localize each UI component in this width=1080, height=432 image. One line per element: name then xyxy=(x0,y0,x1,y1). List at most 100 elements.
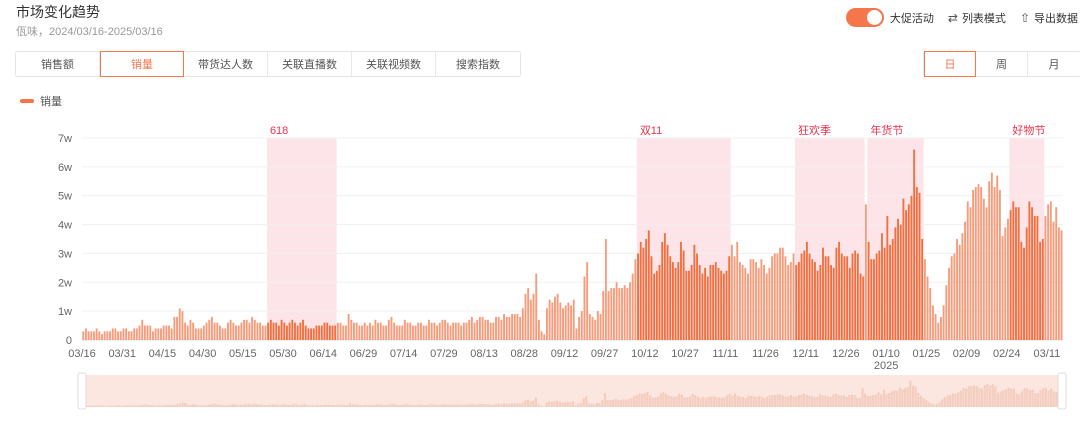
minimap-bar xyxy=(763,397,766,407)
x-tick-label: 03/16 xyxy=(68,348,96,360)
minimap-bar xyxy=(938,402,941,407)
bar xyxy=(315,325,318,340)
minimap-bar xyxy=(728,393,731,407)
minimap-bar xyxy=(617,399,620,407)
minimap-bar xyxy=(537,404,540,407)
minimap-bar xyxy=(917,393,920,407)
bar xyxy=(350,319,353,340)
bar xyxy=(366,325,369,340)
bar xyxy=(658,264,661,340)
minimap-bar xyxy=(410,404,413,407)
bar xyxy=(650,256,653,340)
minimap-bar xyxy=(317,405,320,407)
bar xyxy=(371,325,374,340)
promo-label: 年货节 xyxy=(870,123,903,137)
bar xyxy=(143,325,146,340)
bar xyxy=(235,325,237,340)
bar xyxy=(470,316,473,340)
bar xyxy=(905,210,908,340)
minimap-bar xyxy=(577,403,580,407)
bar xyxy=(610,288,613,340)
minimap-bar xyxy=(436,405,439,407)
minimap-bar xyxy=(614,399,617,407)
minimap-bar xyxy=(155,405,158,407)
minimap-bar xyxy=(593,404,596,407)
minimap-bar xyxy=(131,405,134,407)
minimap-bar xyxy=(104,406,107,407)
minimap-bar xyxy=(370,404,373,407)
minimap-bar xyxy=(943,397,946,407)
minimap-bar xyxy=(670,396,673,407)
bar xyxy=(1044,215,1047,340)
bar xyxy=(283,322,286,340)
bar xyxy=(478,316,481,340)
minimap-bar xyxy=(962,387,965,407)
bar xyxy=(505,316,508,340)
minimap-bar xyxy=(922,398,925,407)
bar xyxy=(666,244,669,340)
minimap-bar xyxy=(1002,390,1005,407)
minimap-bar xyxy=(861,388,864,407)
x-tick-label: 10/12 xyxy=(631,348,659,360)
bar xyxy=(1033,215,1036,340)
bar xyxy=(602,290,605,340)
bar xyxy=(379,322,382,340)
bar xyxy=(1012,201,1015,340)
bar xyxy=(629,282,631,340)
bar xyxy=(406,322,409,340)
bar xyxy=(980,187,983,340)
minimap-bar xyxy=(96,405,99,407)
promo-label: 狂欢季 xyxy=(798,123,831,137)
bar xyxy=(122,328,125,340)
minimap-bar xyxy=(518,403,522,407)
minimap-bar xyxy=(643,393,646,407)
bar xyxy=(712,264,715,340)
zoom-handle-right[interactable] xyxy=(1057,372,1067,410)
minimap-bar xyxy=(306,405,309,407)
bar xyxy=(224,328,227,340)
bar xyxy=(835,247,838,340)
x-tick-label: 12/26 xyxy=(832,348,860,360)
minimap-bar xyxy=(152,405,155,407)
minimap-bar xyxy=(282,404,285,407)
minimap-bar xyxy=(630,397,633,407)
bar xyxy=(889,244,891,340)
bar xyxy=(586,262,589,340)
promo-label: 好物节 xyxy=(1012,123,1045,137)
bar xyxy=(168,325,170,340)
bar xyxy=(208,319,211,340)
minimap-bar xyxy=(664,393,668,407)
minimap-bar xyxy=(816,396,819,407)
minimap-bar xyxy=(888,393,891,407)
minimap-bar xyxy=(808,395,811,407)
promo-band xyxy=(266,138,337,340)
bar xyxy=(661,241,664,340)
minimap-bar xyxy=(431,404,434,407)
minimap-bar xyxy=(911,385,915,407)
minimap-bar xyxy=(622,399,625,407)
minimap-bar xyxy=(707,396,710,407)
minimap-bar xyxy=(1042,388,1045,407)
minimap-bar xyxy=(359,405,362,407)
bar xyxy=(452,322,455,340)
bar xyxy=(390,316,393,340)
bar xyxy=(771,256,774,340)
promo-band xyxy=(794,138,865,340)
bar xyxy=(956,239,958,340)
minimap-bar xyxy=(776,394,779,407)
minimap-bar xyxy=(107,405,110,407)
bar xyxy=(229,319,232,340)
bar xyxy=(784,256,787,340)
minimap-bar xyxy=(484,404,487,407)
minimap-bar xyxy=(858,398,861,407)
minimap-bar xyxy=(133,405,136,407)
bar xyxy=(1023,247,1025,340)
bar xyxy=(1052,221,1055,340)
bar xyxy=(945,285,948,340)
minimap-bar xyxy=(388,404,391,407)
zoom-handle-left[interactable] xyxy=(77,372,87,410)
bar xyxy=(385,325,388,340)
minimap-bar xyxy=(656,396,660,407)
minimap-bar xyxy=(263,405,267,407)
minimap-bar xyxy=(872,395,875,407)
